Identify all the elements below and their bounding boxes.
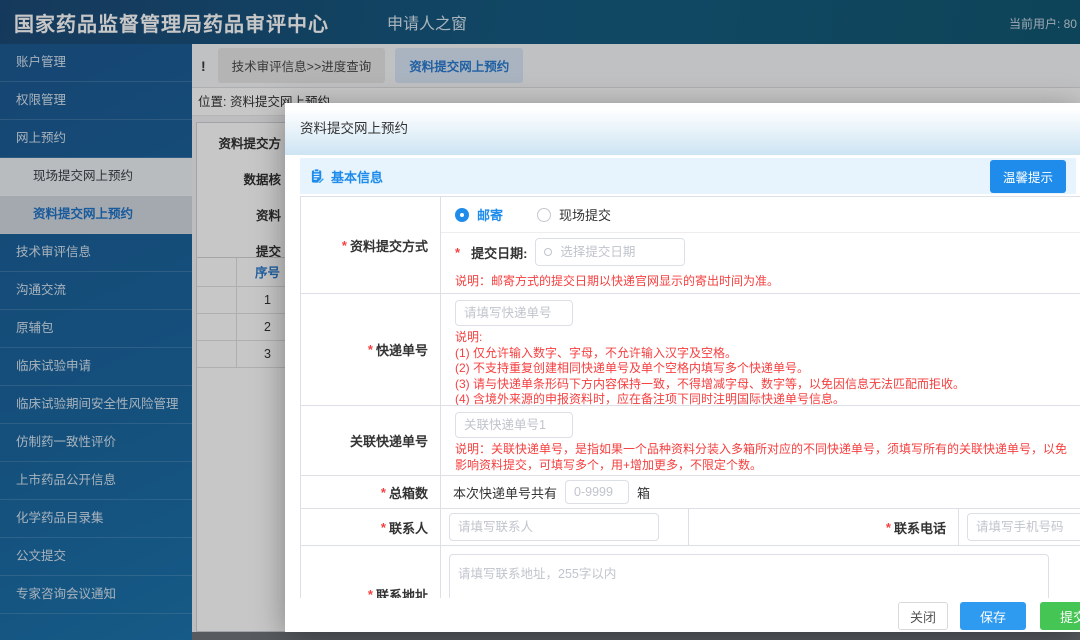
modal-footer: 关闭 保存 提交 bbox=[285, 598, 1080, 632]
tracking-note-3: (3) 请与快递单条形码下方内容保持一致，不得增减字母、数字等，以免因信息无法匹… bbox=[455, 376, 966, 391]
tracking-input[interactable] bbox=[455, 300, 573, 326]
contact-label: * 联系人 bbox=[301, 509, 441, 545]
radio-onsite-icon[interactable] bbox=[537, 207, 552, 222]
form-row-related: 关联快递单号 说明：关联快递单号，是指如果一个品种资料分装入多箱所对应的不同快递… bbox=[301, 406, 1080, 476]
related-note: 说明：关联快递单号，是指如果一个品种资料分装入多箱所对应的不同快递单号，须填写所… bbox=[455, 442, 1068, 472]
required-star: * bbox=[380, 484, 386, 500]
tip-button[interactable]: 温馨提示 bbox=[989, 159, 1066, 193]
required-star: * bbox=[367, 342, 373, 357]
radio-mail-selected-icon[interactable] bbox=[455, 207, 469, 222]
clipboard-icon bbox=[310, 168, 325, 184]
booking-modal: 资料提交网上预约 基本信息 温馨提示 * 资料提交方式 邮寄 现场提交 * 提交… bbox=[285, 103, 1080, 632]
contact-input[interactable] bbox=[449, 513, 659, 541]
method-label: * 资料提交方式 bbox=[301, 197, 441, 293]
tracking-label: * 快递单号 bbox=[301, 294, 441, 405]
boxes-count-input[interactable] bbox=[565, 480, 630, 504]
form-row-contact: * 联系人 * 联系电话 bbox=[301, 509, 1080, 546]
radio-onsite-label[interactable]: 现场提交 bbox=[559, 205, 611, 224]
boxes-suffix: 箱 bbox=[637, 485, 651, 501]
boxes-prefix: 本次快递单号共有 bbox=[453, 485, 558, 501]
phone-label: * 联系电话 bbox=[689, 509, 959, 545]
tracking-note-title: 说明: bbox=[455, 330, 483, 344]
required-star: * bbox=[380, 519, 386, 535]
booking-form: * 资料提交方式 邮寄 现场提交 * 提交日期: 选择提交日期 说明：邮寄方式的… bbox=[300, 196, 1080, 632]
related-tracking-input[interactable] bbox=[455, 412, 573, 438]
form-row-boxes: * 总箱数 本次快递单号共有 箱 bbox=[301, 476, 1080, 509]
submit-date-line: * 提交日期: bbox=[441, 233, 1080, 271]
boxes-label: * 总箱数 bbox=[301, 476, 441, 508]
basic-info-section-bar: 基本信息 温馨提示 bbox=[300, 158, 1076, 194]
tracking-note-4: (4) 含境外来源的申报资料时，应在备注项下同时注明国际快递单号信息。 bbox=[455, 392, 846, 406]
modal-header: 资料提交网上预约 bbox=[285, 103, 1080, 155]
form-row-method: * 资料提交方式 邮寄 现场提交 * 提交日期: 选择提交日期 说明：邮寄方式的… bbox=[301, 197, 1080, 294]
related-label: 关联快递单号 bbox=[301, 406, 441, 475]
form-row-tracking: * 快递单号 说明: (1) 仅允许输入数字、字母，不允许输入汉字及空格。 (2… bbox=[301, 294, 1080, 406]
method-note: 说明：邮寄方式的提交日期以快递官网显示的寄出时间为准。 bbox=[455, 274, 780, 288]
modal-title: 资料提交网上预约 bbox=[300, 121, 408, 136]
required-star: * bbox=[341, 237, 347, 253]
save-button[interactable]: 保存 bbox=[960, 602, 1026, 630]
required-star: * bbox=[455, 244, 461, 260]
section-title: 基本信息 bbox=[331, 169, 384, 185]
radio-mail-label[interactable]: 邮寄 bbox=[477, 205, 503, 224]
submit-button[interactable]: 提交 bbox=[1040, 602, 1080, 630]
app-window: 国家药品监督管理局药品审评中心 申请人之窗 当前用户: 80 账户管理 权限管理… bbox=[0, 0, 1080, 640]
tracking-note-1: (1) 仅允许输入数字、字母，不允许输入汉字及空格。 bbox=[455, 345, 738, 360]
close-button[interactable]: 关闭 bbox=[898, 602, 948, 630]
tracking-note-2: (2) 不支持重复创建相同快递单号及单个空格内填写多个快递单号。 bbox=[455, 361, 810, 375]
submit-date-label: 提交日期: bbox=[471, 245, 528, 261]
method-radio-group: 邮寄 现场提交 bbox=[441, 197, 1080, 233]
required-star: * bbox=[885, 519, 891, 535]
submit-date-input[interactable] bbox=[535, 238, 686, 266]
phone-input[interactable] bbox=[967, 513, 1080, 541]
